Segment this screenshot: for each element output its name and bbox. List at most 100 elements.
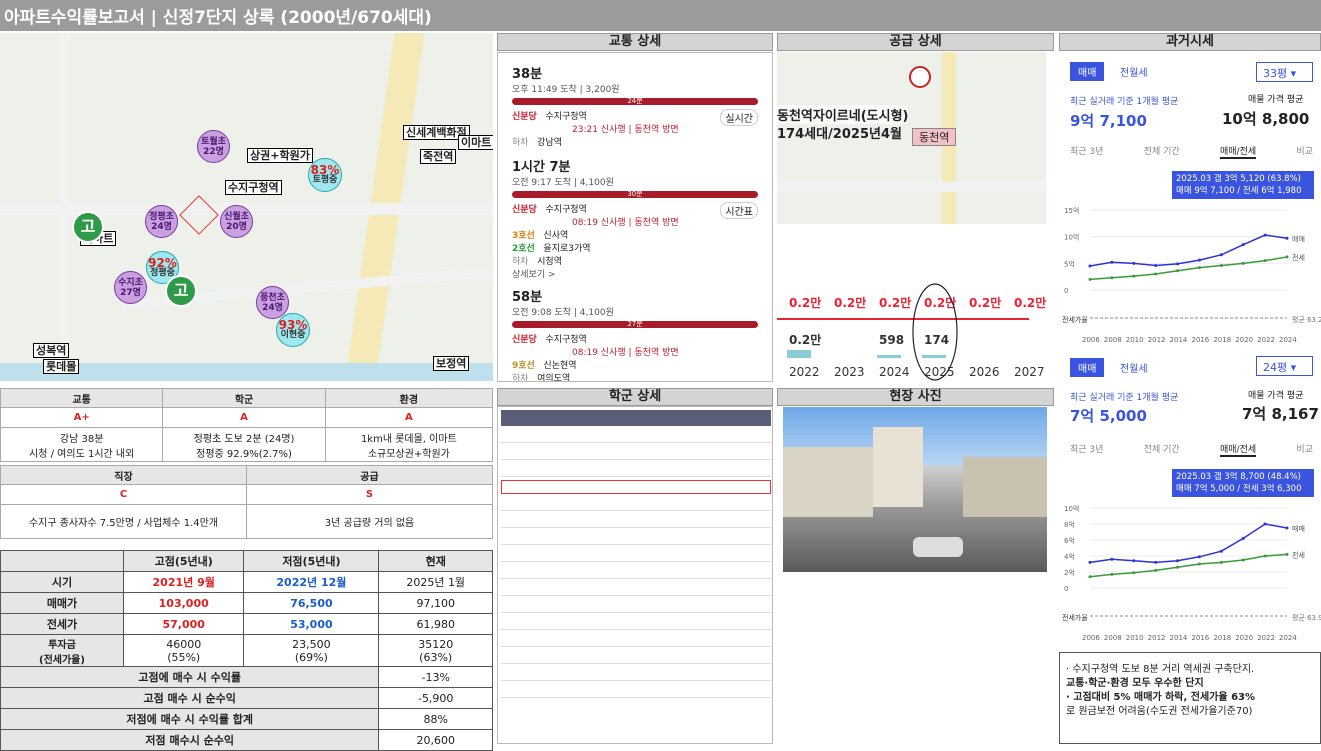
ratio-note: 평균 63.2% bbox=[1292, 315, 1321, 324]
price-line-chart: 10억 8억 6억 4억 2억 0 매매전세전세가율 평균 63.9% 2006 2008 2010… bbox=[1062, 505, 1321, 642]
supply-bar bbox=[877, 355, 901, 358]
supply-bar-label: 598 bbox=[879, 333, 904, 347]
y-tick-label: 0 bbox=[1064, 287, 1068, 295]
period-tab[interactable]: 최근 3년 bbox=[1070, 144, 1103, 159]
avg-price: 10억 8,800 bbox=[1222, 110, 1310, 128]
site-marker bbox=[179, 195, 219, 235]
average-label: 0.2만 bbox=[924, 295, 956, 310]
realtime-button[interactable]: 실시간 bbox=[720, 109, 758, 126]
data-point bbox=[1285, 552, 1289, 556]
tab-rent[interactable]: 전월세 bbox=[1112, 358, 1156, 377]
timetable-button[interactable]: 시간표 bbox=[720, 202, 758, 219]
data-point bbox=[1241, 261, 1245, 265]
route-time-1: 38분 bbox=[512, 67, 543, 82]
series-line bbox=[1089, 256, 1288, 281]
data-point bbox=[1110, 557, 1114, 561]
route-bar-2: 30분 bbox=[512, 191, 758, 198]
x-tick-label: 2020 bbox=[1235, 634, 1253, 642]
supply-bar bbox=[922, 355, 946, 358]
data-point bbox=[1154, 263, 1158, 267]
data-point bbox=[1132, 274, 1136, 278]
traffic-section-header: 교통 상세 bbox=[497, 33, 773, 51]
route-bar-1: 24분 bbox=[512, 98, 758, 105]
data-point bbox=[1154, 568, 1158, 572]
summary-notes: · 수지구청역 도보 8분 거리 역세권 구축단지. 교통·학군·환경 모두 우… bbox=[1059, 652, 1321, 744]
more-link[interactable]: 상세보기 > bbox=[512, 267, 758, 280]
label-bojeong: 보정역 bbox=[433, 356, 470, 371]
school-circle: 83% 토평중 bbox=[308, 158, 342, 192]
x-tick-label: 2020 bbox=[1235, 336, 1253, 344]
school-section-header: 학군 상세 bbox=[497, 388, 773, 406]
avg-price: 7억 8,167 bbox=[1242, 405, 1319, 423]
x-tick-label: 2010 bbox=[1126, 634, 1144, 642]
period-tab[interactable]: 매매/전세 bbox=[1219, 442, 1257, 457]
route-dest: 시청역 bbox=[537, 257, 562, 267]
route-info-2: 오전 9:17 도착 | 4,100원 bbox=[512, 178, 614, 188]
grade-traffic: A+ bbox=[0, 407, 164, 428]
price-line-chart: 15억 10억 5억 0 매매전세전세가율 평균 63.2% 2006 2008 2010 201… bbox=[1062, 207, 1321, 344]
school-circle: 신월초 20명 bbox=[220, 205, 253, 238]
average-label: 0.2만 bbox=[879, 295, 911, 310]
route-info-1: 오후 11:49 도착 | 3,200원 bbox=[512, 85, 620, 95]
route-sub: 08:19 신사행 | 동천역 방면 bbox=[572, 348, 679, 358]
route-dest: 강남역 bbox=[537, 138, 562, 148]
label-lotte: 롯데몰 bbox=[43, 359, 80, 374]
label-emart2: 이마트 bbox=[458, 135, 493, 150]
x-tick-label: 2012 bbox=[1148, 336, 1166, 344]
note-line: 교통·학군·환경 모두 우수한 단지 bbox=[1066, 678, 1204, 689]
x-tick-label: 2016 bbox=[1191, 336, 1209, 344]
school-table-row bbox=[501, 531, 771, 545]
chart-tooltip: 2025.03 갭 3억 5,120 (63.8%) 매매 9억 7,100 / … bbox=[1172, 171, 1314, 199]
grade-job: C bbox=[0, 484, 247, 505]
average-label: 0.2만 bbox=[969, 295, 1001, 310]
school-table-row bbox=[501, 497, 771, 511]
route-station: 신사역 bbox=[543, 231, 569, 241]
data-point bbox=[1219, 549, 1223, 553]
period-tab[interactable]: 전체 기간 bbox=[1144, 144, 1180, 159]
period-tab[interactable]: 비교 bbox=[1296, 144, 1313, 159]
data-point bbox=[1176, 269, 1180, 273]
size-select[interactable]: 24평 ▾ bbox=[1256, 356, 1313, 376]
price-chart-24: 매매 전월세 24평 ▾ 최근 실거래 기준 1개월 평균 매물 가격 평균 7… bbox=[1062, 352, 1321, 649]
route-station: 수지구청역 bbox=[545, 112, 587, 122]
data-point bbox=[1263, 233, 1267, 237]
average-label: 0.2만 bbox=[1014, 295, 1046, 310]
tab-sale[interactable]: 매매 bbox=[1070, 358, 1105, 377]
data-point bbox=[1176, 559, 1180, 563]
location-map[interactable]: 상권+학원가 수지구청역 이마트 신세계백화점 이마트 죽전역 성복역 롯데몰 … bbox=[0, 33, 493, 381]
route-bar-3: 27분 bbox=[512, 321, 758, 328]
tab-sale[interactable]: 매매 bbox=[1070, 62, 1105, 81]
data-point bbox=[1088, 575, 1092, 579]
header-job: 직장 bbox=[0, 465, 247, 485]
period-tab[interactable]: 전체 기간 bbox=[1144, 442, 1180, 457]
route-station: 수지구청역 bbox=[545, 335, 587, 345]
supply-site-icon bbox=[909, 66, 931, 88]
x-tick-label: 2016 bbox=[1191, 634, 1209, 642]
chart-tooltip: 2025.03 갭 3억 8,700 (48.4%) 매매 7억 5,000 / … bbox=[1172, 469, 1314, 497]
school-table-row bbox=[501, 446, 771, 460]
size-select[interactable]: 33평 ▾ bbox=[1256, 62, 1313, 82]
average-label: 0.2만 bbox=[834, 295, 866, 310]
grade-env: A bbox=[324, 407, 494, 428]
school-table-row bbox=[501, 667, 771, 681]
y-tick-label: 10억 bbox=[1064, 234, 1079, 242]
period-tab[interactable]: 비교 bbox=[1296, 442, 1313, 457]
period-tab[interactable]: 매매/전세 bbox=[1219, 144, 1257, 159]
data-point bbox=[1197, 258, 1201, 262]
route-off: 하차 bbox=[512, 374, 529, 382]
tab-rent[interactable]: 전월세 bbox=[1112, 62, 1156, 81]
supply-panel: 동천역자이르네(도시형) 174세대/2025년4월 동천역 0.2만 0.2만 0… bbox=[777, 52, 1054, 382]
data-point bbox=[1176, 565, 1180, 569]
data-point bbox=[1110, 260, 1114, 264]
evaluation-table: 교통 학군 환경 A+ A A 강남 38분 시청 / 여의도 1시간 내외 정평초 도보 … bbox=[0, 388, 494, 462]
period-tab[interactable]: 최근 3년 bbox=[1070, 442, 1103, 457]
env-detail-1: 1km내 롯데몰, 이마트 bbox=[360, 433, 457, 445]
label-jukjeon: 죽전역 bbox=[420, 149, 457, 164]
y-tick-label: 0 bbox=[1064, 585, 1068, 593]
data-point bbox=[1219, 263, 1223, 267]
route-sub: 23:21 신사행 | 동천역 방면 bbox=[572, 125, 679, 135]
supply-bar-label: 0.2만 bbox=[789, 332, 821, 347]
traffic-panel: 38분 오후 11:49 도착 | 3,200원 24분 신분당 수지구청역 실… bbox=[497, 52, 773, 382]
note-line: · 고점대비 5% 매매가 하락, 전세가율 63% bbox=[1066, 692, 1255, 703]
traffic-detail-1: 강남 38분 bbox=[59, 433, 104, 445]
